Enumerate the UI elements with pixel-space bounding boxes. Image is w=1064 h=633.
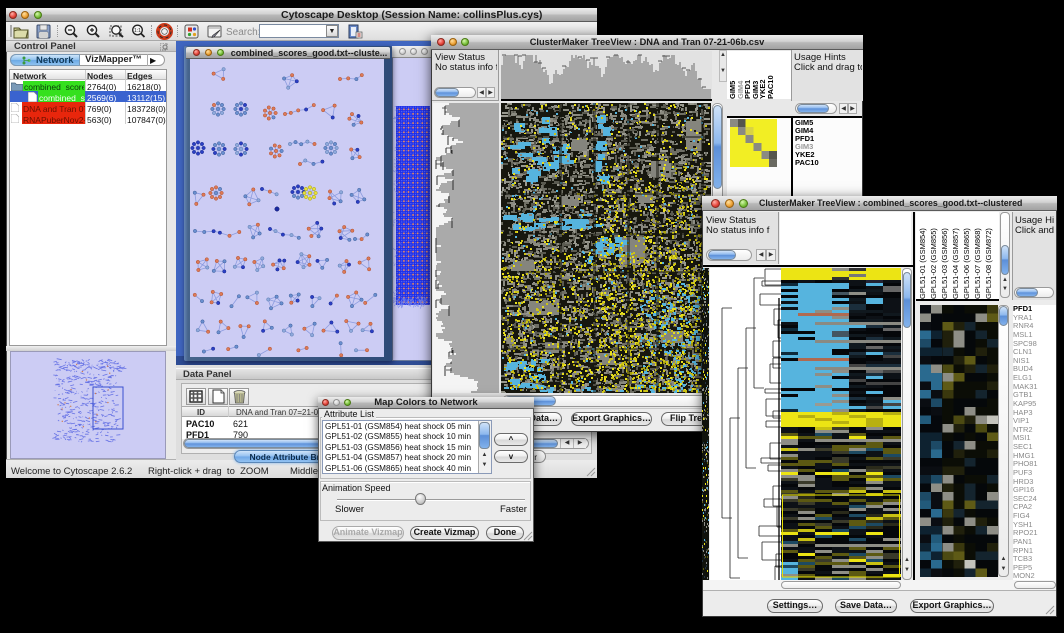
svg-text:1:1: 1:1 [134,28,141,34]
